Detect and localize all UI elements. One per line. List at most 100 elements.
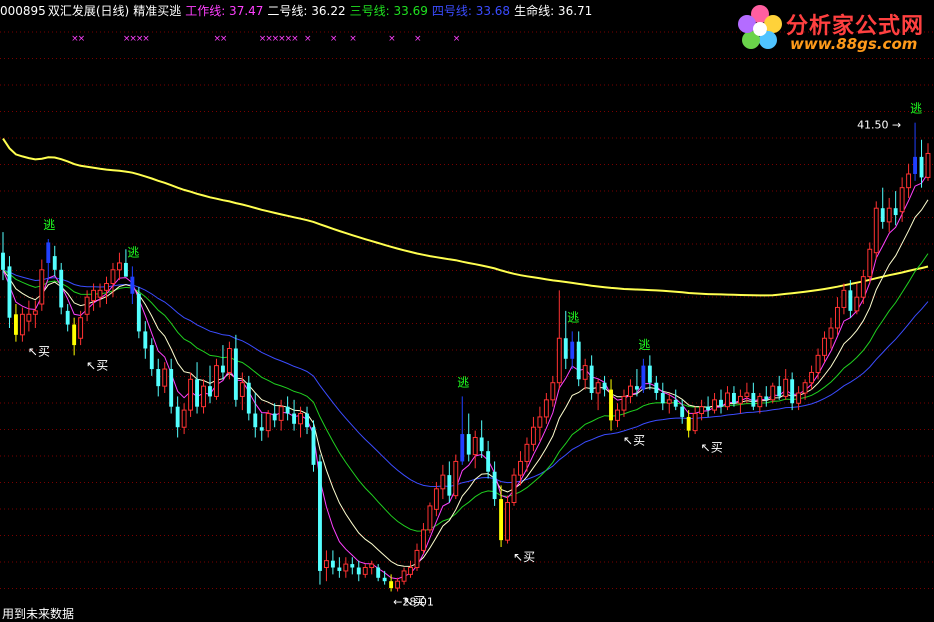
candle-body	[783, 378, 789, 397]
candle-body	[220, 365, 225, 373]
candle-body	[543, 399, 549, 418]
candle-body	[550, 382, 556, 401]
cross-marker: ×	[220, 34, 228, 44]
candle-body	[479, 437, 484, 452]
candle-body	[589, 365, 594, 393]
candle-body	[421, 529, 426, 551]
candle-body	[867, 248, 873, 278]
candle-body	[706, 406, 711, 411]
candle-body	[414, 549, 420, 569]
buy-signal-label: ↖买	[623, 434, 645, 448]
candle-body	[570, 341, 575, 359]
candle-body	[7, 266, 12, 318]
candle-body	[39, 269, 45, 305]
candle-body	[143, 331, 148, 349]
candle-body	[330, 560, 335, 568]
candle-body	[913, 156, 918, 174]
candle-body	[59, 269, 64, 308]
candle-body	[343, 563, 349, 572]
kline-chart[interactable]: ↖买逃↖买逃↖买逃↖买逃↖买逃↖买逃×× ×××× ×× ×××××× × × × × × ×41…	[0, 0, 934, 619]
candle-body	[732, 392, 736, 404]
candle-body	[699, 406, 705, 415]
candle-body	[576, 341, 581, 380]
cross-marker: ×	[330, 34, 338, 44]
candle-body	[893, 208, 898, 216]
candle-body	[737, 395, 743, 404]
candle-body	[518, 460, 523, 476]
candle-body	[350, 564, 355, 568]
candle-body	[841, 289, 847, 308]
candle-body	[65, 310, 70, 325]
candle-body	[389, 581, 394, 589]
buy-signal-label: ↖买	[86, 358, 108, 372]
candle-body	[201, 385, 206, 408]
candle-body	[265, 413, 271, 432]
candle-body	[725, 392, 730, 408]
candle-body	[272, 413, 277, 421]
candle-body	[156, 369, 161, 387]
candle-body	[123, 262, 128, 277]
candle-body	[828, 327, 834, 339]
candle-body	[660, 392, 665, 404]
candle-body	[440, 474, 446, 490]
candle-body	[647, 365, 652, 383]
candle-body	[809, 371, 815, 384]
buy-signal-label: ↖买	[28, 345, 50, 359]
candle-body	[130, 276, 135, 294]
candle-body	[790, 379, 795, 404]
candle-body	[116, 262, 122, 271]
candle-body	[311, 427, 316, 465]
life-line-label: 生命线: 36.71	[514, 4, 593, 18]
escape-signal-label: 逃	[127, 245, 139, 259]
candle-body	[226, 348, 232, 373]
candle-body	[757, 395, 763, 408]
candle-body	[1, 252, 5, 270]
candle-body	[78, 317, 84, 339]
candle-body	[233, 348, 238, 400]
candle-body	[91, 289, 96, 302]
candle-body	[401, 570, 407, 582]
candle-body	[899, 187, 905, 213]
candle-body	[188, 378, 194, 411]
candle-body	[136, 293, 141, 332]
candle-body	[770, 385, 776, 401]
escape-signal-label: 逃	[457, 375, 469, 389]
candle-body	[582, 365, 588, 380]
candle-body	[72, 324, 77, 346]
candle-body	[886, 207, 892, 223]
cross-marker: ×	[304, 34, 312, 44]
cross-marker: ×	[349, 34, 357, 44]
candle-body	[214, 365, 219, 397]
candle-body	[460, 434, 465, 462]
candle-body	[337, 567, 342, 571]
candle-body	[253, 413, 258, 428]
cross-marker: ×	[78, 34, 86, 44]
candle-body	[556, 337, 562, 384]
candle-body	[97, 289, 103, 298]
candle-body	[499, 499, 504, 541]
line3-label: 三号线: 33.69	[349, 4, 428, 18]
candle-body	[686, 416, 691, 431]
candle-body	[395, 580, 401, 589]
candle-body	[362, 567, 368, 575]
candle-body	[292, 413, 297, 424]
candle-body	[634, 386, 639, 390]
candle-body	[628, 385, 633, 397]
candle-body	[505, 501, 510, 541]
cross-marker: ×	[388, 34, 396, 44]
candle-body	[195, 379, 199, 407]
escape-signal-label: 逃	[567, 310, 579, 324]
candle-body	[719, 399, 723, 407]
candle-body	[369, 563, 375, 569]
candle-body	[848, 290, 853, 311]
candle-body	[873, 207, 879, 254]
cross-marker: ×	[453, 34, 461, 44]
candle-body	[835, 306, 840, 329]
cross-marker: ×	[142, 34, 150, 44]
candle-body	[511, 474, 517, 503]
cross-marker: ×	[414, 34, 422, 44]
candle-body	[427, 505, 433, 531]
candle-body	[751, 392, 756, 407]
candle-body	[162, 368, 168, 387]
candle-body	[602, 382, 607, 390]
